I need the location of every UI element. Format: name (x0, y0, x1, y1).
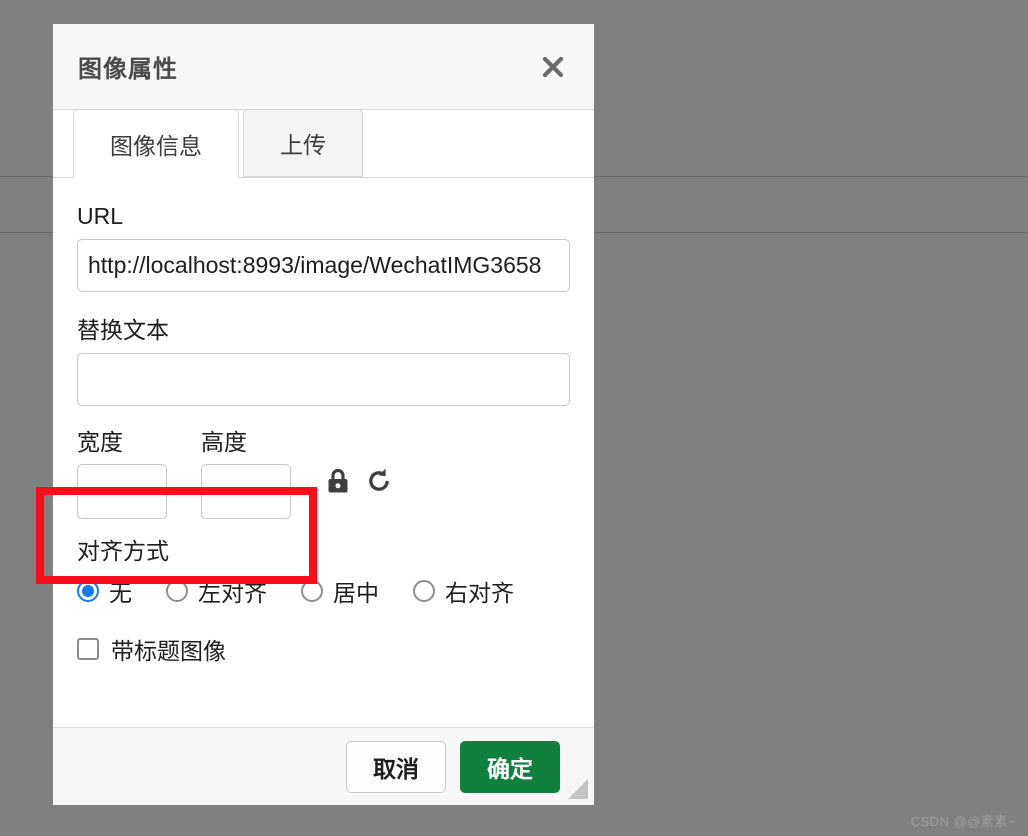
reset-icon[interactable] (365, 467, 393, 495)
cancel-button[interactable]: 取消 (346, 740, 446, 793)
dialog-title: 图像属性 (78, 56, 178, 83)
align-option-left[interactable]: 左对齐 (166, 574, 267, 608)
radio-icon-left (166, 580, 188, 602)
captioned-image-label: 带标题图像 (111, 638, 226, 664)
align-option-center-label: 居中 (333, 580, 379, 606)
dialog-body: URL 替换文本 宽度 高度 (53, 178, 594, 727)
dialog-header: 图像属性 (53, 24, 594, 110)
width-field-group: 宽度 (77, 428, 167, 520)
alt-text-input[interactable] (77, 352, 570, 406)
dimensions-row: 宽度 高度 (77, 428, 570, 520)
close-icon[interactable] (536, 50, 570, 84)
url-input[interactable] (77, 238, 570, 292)
alignment-radio-row: 无 左对齐 居中 右对齐 (77, 574, 570, 608)
watermark: CSDN @@素素~ (910, 814, 1016, 829)
align-option-none-label: 无 (109, 580, 132, 606)
tab-upload-label: 上传 (280, 132, 326, 158)
image-properties-dialog: 图像属性 图像信息 上传 URL 替换文本 (53, 24, 594, 805)
resize-grip-icon[interactable] (568, 779, 588, 799)
url-field-group: URL (77, 202, 570, 292)
width-input[interactable] (77, 464, 167, 520)
height-field-group: 高度 (201, 428, 291, 520)
alt-text-field-group: 替换文本 (77, 316, 570, 406)
radio-icon-right (413, 580, 435, 602)
align-option-left-label: 左对齐 (198, 580, 267, 606)
dimension-tools (325, 428, 393, 495)
cancel-button-label: 取消 (373, 755, 419, 782)
ok-button[interactable]: 确定 (460, 740, 560, 793)
dialog-tabs: 图像信息 上传 (53, 109, 594, 178)
checkbox-icon (77, 638, 99, 660)
url-label: URL (77, 203, 124, 229)
radio-icon-none (77, 580, 99, 602)
tab-upload[interactable]: 上传 (243, 109, 363, 177)
alt-text-label: 替换文本 (77, 316, 169, 343)
radio-icon-center (301, 580, 323, 602)
align-option-none[interactable]: 无 (77, 574, 132, 608)
align-option-center[interactable]: 居中 (301, 574, 379, 608)
alignment-group: 对齐方式 无 左对齐 居中 右对齐 (77, 537, 570, 608)
width-label: 宽度 (77, 428, 123, 455)
align-option-right-label: 右对齐 (445, 580, 514, 606)
ok-button-label: 确定 (487, 755, 533, 782)
tab-image-info[interactable]: 图像信息 (73, 109, 239, 178)
lock-icon[interactable] (325, 467, 351, 495)
dialog-footer: 取消 确定 (53, 727, 594, 805)
align-option-right[interactable]: 右对齐 (413, 574, 514, 608)
tab-image-info-label: 图像信息 (110, 132, 202, 159)
alignment-label: 对齐方式 (77, 538, 169, 565)
height-input[interactable] (201, 464, 291, 520)
height-label: 高度 (201, 428, 247, 455)
captioned-image-checkbox[interactable]: 带标题图像 (77, 632, 570, 666)
